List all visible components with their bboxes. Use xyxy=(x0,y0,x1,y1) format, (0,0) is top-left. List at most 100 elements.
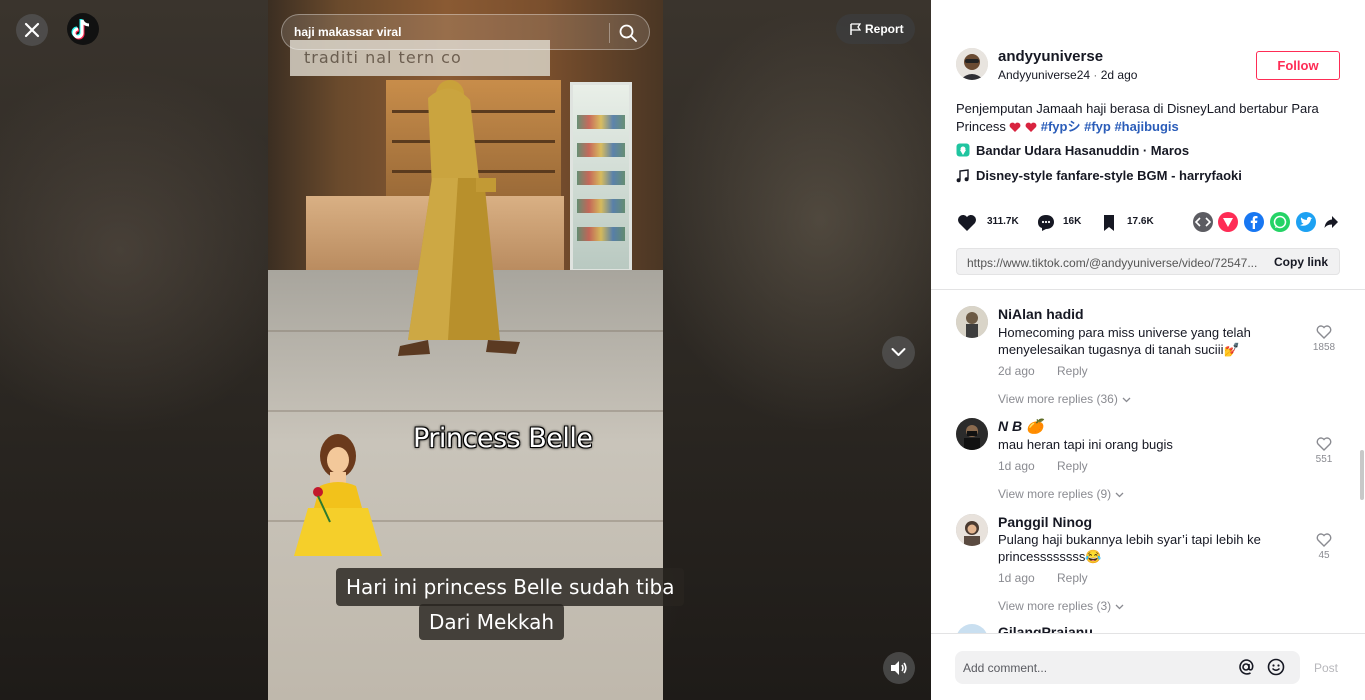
embed-icon[interactable] xyxy=(1193,212,1213,232)
close-button[interactable] xyxy=(16,14,48,46)
commenter-avatar[interactable] xyxy=(956,514,988,546)
heart-emoji-icon xyxy=(1025,122,1037,132)
author-avatar-image xyxy=(956,48,988,80)
search-divider xyxy=(609,23,610,43)
page-scrollbar[interactable] xyxy=(1360,450,1364,500)
author-name[interactable]: andyyuniverse xyxy=(998,48,1103,65)
author-handle[interactable]: Andyyuniverse24 xyxy=(998,68,1090,82)
author-avatar[interactable] xyxy=(956,48,988,80)
copy-link-button[interactable]: Copy link xyxy=(1274,255,1328,269)
share-arrow-icon[interactable] xyxy=(1321,212,1341,232)
comment-like-count: 1858 xyxy=(1312,342,1336,353)
commenter-name[interactable]: N B 🍊 xyxy=(998,418,1043,435)
subtitle-line-2: Dari Mekkah xyxy=(419,604,565,640)
report-button[interactable]: Report xyxy=(836,14,915,44)
commenter-name[interactable]: GilangPrajanu xyxy=(998,624,1093,633)
comment-input[interactable] xyxy=(963,651,1223,684)
comment-text: Homecoming para miss universe yang telah… xyxy=(998,325,1251,357)
view-more-replies[interactable]: View more replies (36) xyxy=(998,392,1131,406)
comment-text: Pulang haji bukannya lebih syar’i tapi l… xyxy=(998,532,1261,564)
comment-like-button[interactable]: 45 xyxy=(1311,533,1337,561)
reply-button[interactable]: Reply xyxy=(1057,459,1088,473)
commenter-name[interactable]: Panggil Ninog xyxy=(998,514,1092,530)
bookmark-icon xyxy=(1104,215,1114,231)
hashtag-link[interactable]: #fypシ xyxy=(1041,119,1081,134)
hashtag-link[interactable]: #hajibugis xyxy=(1114,119,1178,134)
music-note-icon xyxy=(956,169,969,183)
chevron-down-icon xyxy=(1115,492,1124,498)
video-player-panel: traditi nal tern co Princess Belle Hari … xyxy=(0,0,931,700)
details-panel: andyyuniverse Andyyuniverse24 · 2d ago F… xyxy=(931,0,1365,700)
next-video-button[interactable] xyxy=(882,336,915,369)
commenter-avatar[interactable] xyxy=(956,624,988,633)
comment-composer: Post xyxy=(931,633,1365,700)
reply-button[interactable]: Reply xyxy=(1057,571,1088,585)
like-count: 311.7K xyxy=(987,216,1019,227)
search-icon[interactable] xyxy=(618,23,638,43)
follow-button[interactable]: Follow xyxy=(1256,51,1340,80)
facebook-icon[interactable] xyxy=(1244,212,1264,232)
location-label: Bandar Udara Hasanuddin · Maros xyxy=(976,143,1190,158)
view-more-replies-label: View more replies (3) xyxy=(998,599,1112,613)
comment-input-box[interactable] xyxy=(955,651,1300,684)
heart-outline-icon xyxy=(1316,437,1332,451)
comment-stat[interactable]: 16K xyxy=(1035,211,1095,233)
whatsapp-icon[interactable] xyxy=(1270,212,1290,232)
comment-like-count: 551 xyxy=(1315,454,1333,465)
heart-emoji-icon xyxy=(1010,122,1021,132)
search-input[interactable] xyxy=(294,15,604,49)
location-pin-icon xyxy=(956,143,970,157)
comment-time: 1d ago xyxy=(998,571,1035,585)
reply-button[interactable]: Reply xyxy=(1057,364,1088,378)
commenter-avatar[interactable] xyxy=(956,306,988,338)
scene-fridge xyxy=(570,82,632,272)
tiktok-logo[interactable] xyxy=(67,13,99,45)
twitter-icon[interactable] xyxy=(1296,212,1316,232)
save-count: 17.6K xyxy=(1127,216,1154,227)
scene-sign-text: traditi nal tern co xyxy=(304,48,462,67)
volume-button[interactable] xyxy=(883,652,915,684)
heart-icon xyxy=(958,215,976,231)
comment-list[interactable]: NiAlan hadid Homecoming para miss univer… xyxy=(931,290,1365,633)
subtitle-line-1: Hari ini princess Belle sudah tiba xyxy=(336,568,685,606)
view-more-replies[interactable]: View more replies (3) xyxy=(998,599,1124,613)
hashtag-link[interactable]: #fyp xyxy=(1084,119,1111,134)
video-link-box: https://www.tiktok.com/@andyyuniverse/vi… xyxy=(956,248,1340,275)
send-icon[interactable] xyxy=(1218,212,1238,232)
author-meta: Andyyuniverse24 · 2d ago xyxy=(998,68,1137,82)
heart-outline-icon xyxy=(1316,533,1332,547)
comment-text: mau heran tapi ini orang bugis xyxy=(998,437,1173,452)
comment-meta: 1d ago Reply xyxy=(998,571,1088,585)
heart-outline-icon xyxy=(1316,325,1332,339)
commenter-name[interactable]: NiAlan hadid xyxy=(998,306,1084,322)
meta-separator: · xyxy=(1093,68,1098,82)
comment-like-button[interactable]: 1858 xyxy=(1311,325,1337,353)
video-url[interactable]: https://www.tiktok.com/@andyyuniverse/vi… xyxy=(967,256,1259,270)
chevron-down-icon xyxy=(1122,397,1131,403)
post-date: 2d ago xyxy=(1100,68,1138,82)
commenter-avatar[interactable] xyxy=(956,418,988,450)
post-button[interactable]: Post xyxy=(1314,661,1338,675)
comment-meta: 1d ago Reply xyxy=(998,459,1088,473)
video-description: Penjemputan Jamaah haji berasa di Disney… xyxy=(956,100,1346,136)
view-more-replies[interactable]: View more replies (9) xyxy=(998,487,1124,501)
like-stat[interactable]: 311.7K xyxy=(956,211,1026,233)
comment-icon xyxy=(1038,215,1054,231)
comment-like-button[interactable]: 551 xyxy=(1311,437,1337,465)
flag-icon xyxy=(850,23,861,35)
overlay-title: Princess Belle xyxy=(413,423,593,454)
volume-icon xyxy=(891,661,907,675)
emoji-icon[interactable] xyxy=(1267,658,1285,676)
view-more-replies-label: View more replies (9) xyxy=(998,487,1112,501)
mention-icon[interactable] xyxy=(1237,658,1255,676)
comment-count: 16K xyxy=(1063,216,1082,227)
chevron-down-icon xyxy=(891,348,906,356)
comment-like-count: 45 xyxy=(1318,550,1330,561)
save-stat[interactable]: 17.6K xyxy=(1099,211,1159,233)
comment-time: 1d ago xyxy=(998,459,1035,473)
comment-time: 2d ago xyxy=(998,364,1035,378)
search-bar[interactable] xyxy=(281,14,650,50)
chevron-down-icon xyxy=(1115,604,1124,610)
music-label: Disney-style fanfare-style BGM - harryfa… xyxy=(976,168,1242,183)
tiktok-icon xyxy=(71,19,90,40)
